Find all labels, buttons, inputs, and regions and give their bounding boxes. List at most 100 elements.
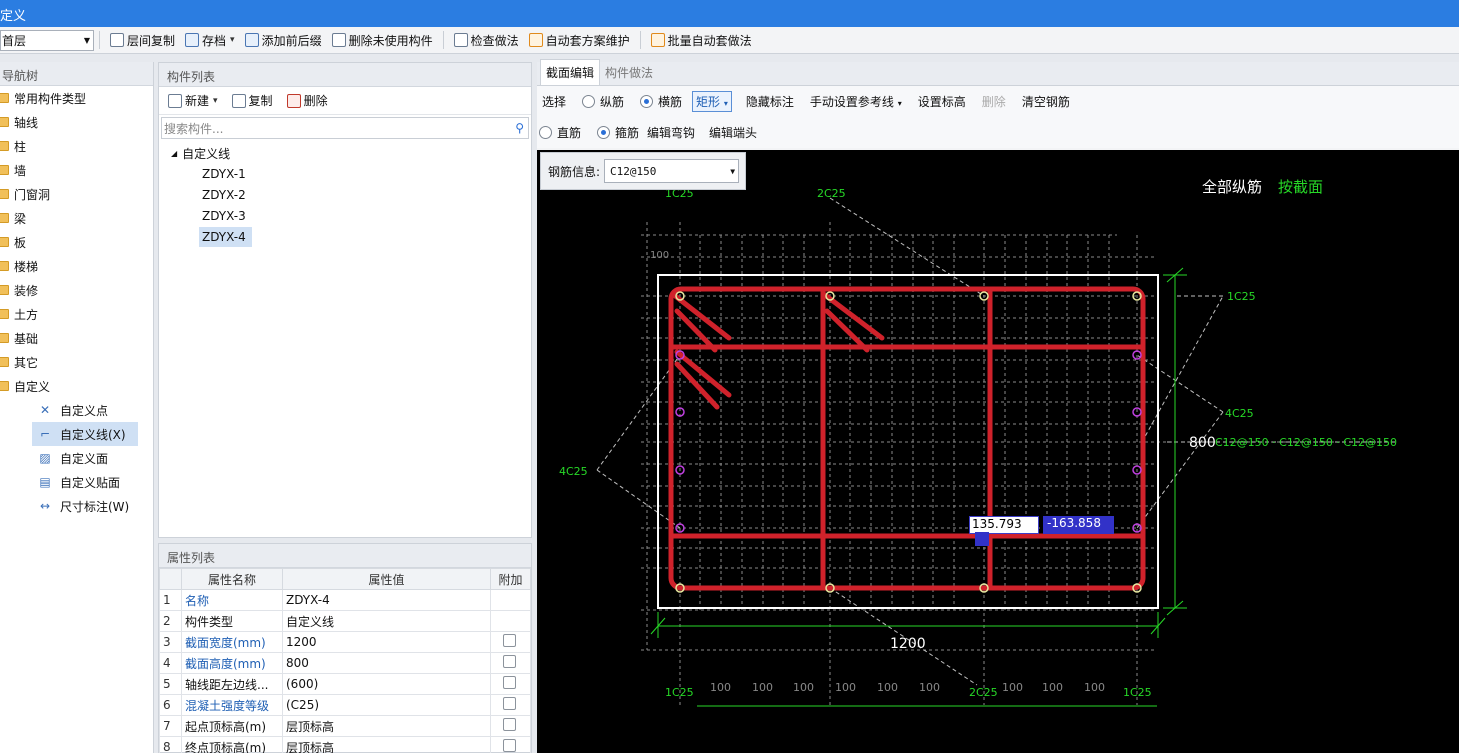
nav-item[interactable]: 自定义 bbox=[0, 374, 153, 398]
floor-copy-button[interactable]: 层间复制 bbox=[105, 32, 180, 49]
shape-dropdown[interactable]: 矩形 ▾ bbox=[692, 90, 732, 112]
delete-button[interactable]: 删除 bbox=[974, 93, 1014, 110]
nav-item[interactable]: 基础 bbox=[0, 326, 153, 350]
extra-checkbox[interactable] bbox=[503, 739, 516, 752]
all-long-bars-label[interactable]: 全部纵筋 bbox=[1202, 178, 1262, 196]
property-row[interactable]: 8 终点顶标高(m) 层顶标高 bbox=[159, 736, 531, 753]
svg-text:100: 100 bbox=[752, 681, 773, 694]
new-component-button[interactable]: 新建 ▾ bbox=[163, 92, 223, 109]
property-row[interactable]: 4 截面高度(mm) 800 bbox=[159, 652, 531, 674]
extra-checkbox[interactable] bbox=[503, 634, 516, 647]
coord-x-input[interactable]: 135.793 bbox=[969, 516, 1039, 546]
edit-end-button[interactable]: 编辑端头 bbox=[703, 124, 765, 141]
property-value[interactable]: (C25) bbox=[282, 694, 491, 716]
nav-item[interactable]: 轴线 bbox=[0, 110, 153, 134]
search-icon[interactable]: ⚲ bbox=[515, 121, 524, 135]
extra-checkbox[interactable] bbox=[503, 697, 516, 710]
property-value[interactable]: 1200 bbox=[282, 631, 491, 653]
nav-sub-item[interactable]: ⌐ 自定义线(X) bbox=[32, 422, 138, 446]
by-section-link[interactable]: 按截面 bbox=[1278, 178, 1323, 196]
extra-checkbox[interactable] bbox=[503, 676, 516, 689]
rebar-info-input[interactable]: C12@150 ▼ bbox=[604, 159, 740, 183]
property-row[interactable]: 6 混凝土强度等级 (C25) bbox=[159, 694, 531, 716]
delete-unused-button[interactable]: 删除未使用构件 bbox=[327, 32, 438, 49]
straight-bar-radio[interactable]: 直筋 bbox=[538, 124, 589, 141]
nav-item[interactable]: 土方 bbox=[0, 302, 153, 326]
manual-ref-button[interactable]: 手动设置参考线 ▾ bbox=[802, 93, 910, 110]
extra-checkbox[interactable] bbox=[503, 655, 516, 668]
property-value[interactable]: (600) bbox=[282, 673, 491, 695]
component-search-input[interactable]: 搜索构件... ⚲ bbox=[161, 117, 529, 139]
edit-hook-button[interactable]: 编辑弯钩 bbox=[647, 124, 703, 141]
nav-item[interactable]: 门窗洞 bbox=[0, 182, 153, 206]
section-drawing[interactable]: 1C25 2C25 1C25 4C25 4C25 C12@150 · C12@1… bbox=[537, 150, 1459, 753]
nav-item[interactable]: 楼梯 bbox=[0, 254, 153, 278]
nav-sub-item[interactable]: ↔ 尺寸标注(W) bbox=[0, 494, 153, 518]
nav-sub-item[interactable]: ▨ 自定义面 bbox=[0, 446, 153, 470]
rebar-info-value: C12@150 bbox=[610, 164, 657, 178]
longitudinal-radio[interactable]: 纵筋 bbox=[574, 93, 632, 110]
height-label: 800 bbox=[1189, 435, 1216, 451]
property-row[interactable]: 2 构件类型 自定义线 bbox=[159, 610, 531, 632]
label: 添加前后缀 bbox=[261, 33, 322, 48]
nav-item[interactable]: 板 bbox=[0, 230, 153, 254]
tree-item-zdyx-1[interactable]: ZDYX-1 bbox=[159, 163, 531, 184]
label-bottom-right: 1C25 bbox=[1123, 686, 1152, 699]
property-name: 截面高度(mm) bbox=[181, 652, 283, 674]
property-row[interactable]: 5 轴线距左边线... (600) bbox=[159, 673, 531, 695]
label: 手动设置参考线 bbox=[809, 94, 894, 109]
property-row[interactable]: 7 起点顶标高(m) 层顶标高 bbox=[159, 715, 531, 737]
auto-scheme-button[interactable]: 自动套方案维护 bbox=[524, 32, 635, 49]
nav-sub-item[interactable]: ▤ 自定义贴面 bbox=[0, 470, 153, 494]
nav-item[interactable]: 装修 bbox=[0, 278, 153, 302]
tree-root-custom-line[interactable]: ◢ 自定义线 bbox=[159, 143, 531, 163]
nav-tree-title: 导航树 bbox=[0, 62, 153, 86]
nav-sub-item[interactable]: ✕ 自定义点 bbox=[0, 398, 153, 422]
nav-sub-label: 自定义线(X) bbox=[60, 427, 126, 442]
nav-item[interactable]: 常用构件类型 bbox=[0, 86, 153, 110]
set-elevation-button[interactable]: 设置标高 bbox=[910, 93, 974, 110]
property-value[interactable]: 800 bbox=[282, 652, 491, 674]
tab-section-edit[interactable]: 截面编辑 bbox=[540, 59, 601, 85]
transverse-radio[interactable]: 横筋 bbox=[632, 93, 690, 110]
clear-rebar-button[interactable]: 清空钢筋 bbox=[1014, 93, 1078, 110]
property-value[interactable]: 层顶标高 bbox=[282, 736, 491, 753]
property-row[interactable]: 3 截面宽度(mm) 1200 bbox=[159, 631, 531, 653]
stirrup-radio[interactable]: 箍筋 bbox=[589, 124, 647, 141]
select-button[interactable]: 选择 bbox=[541, 93, 574, 110]
add-prefix-button[interactable]: 添加前后缀 bbox=[240, 32, 327, 49]
delete-component-button[interactable]: 删除 bbox=[282, 92, 333, 109]
tree-item-zdyx-4[interactable]: ZDYX-4 bbox=[159, 226, 531, 247]
hide-mark-button[interactable]: 隐藏标注 bbox=[738, 93, 802, 110]
property-value[interactable]: 层顶标高 bbox=[282, 715, 491, 737]
batch-auto-button[interactable]: 批量自动套做法 bbox=[646, 32, 757, 49]
property-value[interactable]: 自定义线 bbox=[282, 610, 491, 632]
check-icon bbox=[453, 33, 468, 47]
tree-item-label: ZDYX-1 bbox=[202, 166, 246, 181]
property-row[interactable]: 1 名称 ZDYX-4 bbox=[159, 589, 531, 611]
chevron-down-icon[interactable]: ▼ bbox=[730, 167, 735, 176]
folder-icon bbox=[0, 357, 9, 367]
coord-y-input[interactable]: -163.858 bbox=[1043, 516, 1114, 534]
name-header: 属性名称 bbox=[181, 568, 283, 590]
extra-checkbox[interactable] bbox=[503, 718, 516, 731]
svg-text:100: 100 bbox=[1042, 681, 1063, 694]
property-value[interactable]: ZDYX-4 bbox=[282, 589, 491, 611]
nav-item[interactable]: 墙 bbox=[0, 158, 153, 182]
collapse-triangle-icon[interactable]: ◢ bbox=[171, 149, 177, 158]
folder-icon bbox=[0, 261, 9, 271]
nav-sub-label: 尺寸标注(W) bbox=[60, 499, 130, 514]
floor-select[interactable]: 首层 ▼ bbox=[0, 29, 94, 51]
tree-item-zdyx-2[interactable]: ZDYX-2 bbox=[159, 184, 531, 205]
check-method-button[interactable]: 检查做法 bbox=[449, 32, 524, 49]
nav-item[interactable]: 其它 bbox=[0, 350, 153, 374]
nav-item[interactable]: 柱 bbox=[0, 134, 153, 158]
nav-item[interactable]: 梁 bbox=[0, 206, 153, 230]
tree-item-zdyx-3[interactable]: ZDYX-3 bbox=[159, 205, 531, 226]
copy-component-button[interactable]: 复制 bbox=[227, 92, 278, 109]
tree-item-label: ZDYX-3 bbox=[202, 208, 246, 223]
batch-icon bbox=[650, 33, 665, 47]
archive-button[interactable]: 存档 ▾ bbox=[180, 32, 240, 49]
tab-component-method[interactable]: 构件做法 bbox=[600, 60, 658, 85]
drawing-canvas[interactable]: 1C25 2C25 1C25 4C25 4C25 C12@150 · C12@1… bbox=[537, 150, 1459, 753]
